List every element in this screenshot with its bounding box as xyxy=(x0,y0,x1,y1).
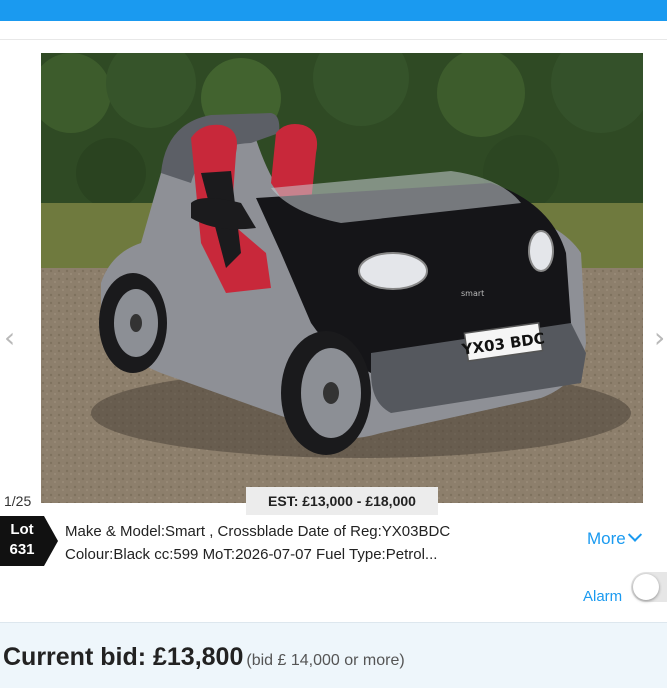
description-line-1: Make & Model:Smart , Crossblade Date of … xyxy=(65,523,451,540)
lot-label: Lot xyxy=(10,521,34,538)
lot-description: Make & Model:Smart , Crossblade Date of … xyxy=(65,520,575,566)
next-image-arrow-icon[interactable]: › xyxy=(654,323,667,353)
lot-number: 631 xyxy=(9,541,35,558)
car-photo[interactable]: YX03 BDC smart xyxy=(41,53,643,503)
prev-image-arrow-icon[interactable]: ‹ xyxy=(4,323,24,353)
current-bid-amount: Current bid: £13,800 xyxy=(3,643,244,671)
description-line-2: Colour:Black cc:599 MoT:2026-07-07 Fuel … xyxy=(65,546,438,563)
toggle-knob xyxy=(633,574,659,600)
image-gallery: YX03 BDC smart ‹ › xyxy=(0,40,667,515)
car-illustration: YX03 BDC smart xyxy=(41,53,643,503)
current-bid: Current bid: £13,800 (bid £ 14,000 or mor… xyxy=(3,643,405,672)
top-bar xyxy=(0,0,667,21)
car-badge: smart xyxy=(461,289,484,298)
next-bid-hint: (bid £ 14,000 or more) xyxy=(246,652,405,669)
chevron-down-icon xyxy=(627,527,642,542)
bid-bar: Current bid: £13,800 (bid £ 14,000 or mor… xyxy=(0,622,667,688)
estimate-badge: EST: £13,000 - £18,000 xyxy=(246,487,438,515)
image-counter: 1/25 xyxy=(4,493,32,509)
lot-badge: Lot 631 xyxy=(0,516,58,566)
alarm-toggle[interactable] xyxy=(631,572,667,602)
alarm-label: Alarm xyxy=(583,588,623,605)
more-button[interactable]: More xyxy=(587,527,642,549)
more-label: More xyxy=(587,529,626,548)
